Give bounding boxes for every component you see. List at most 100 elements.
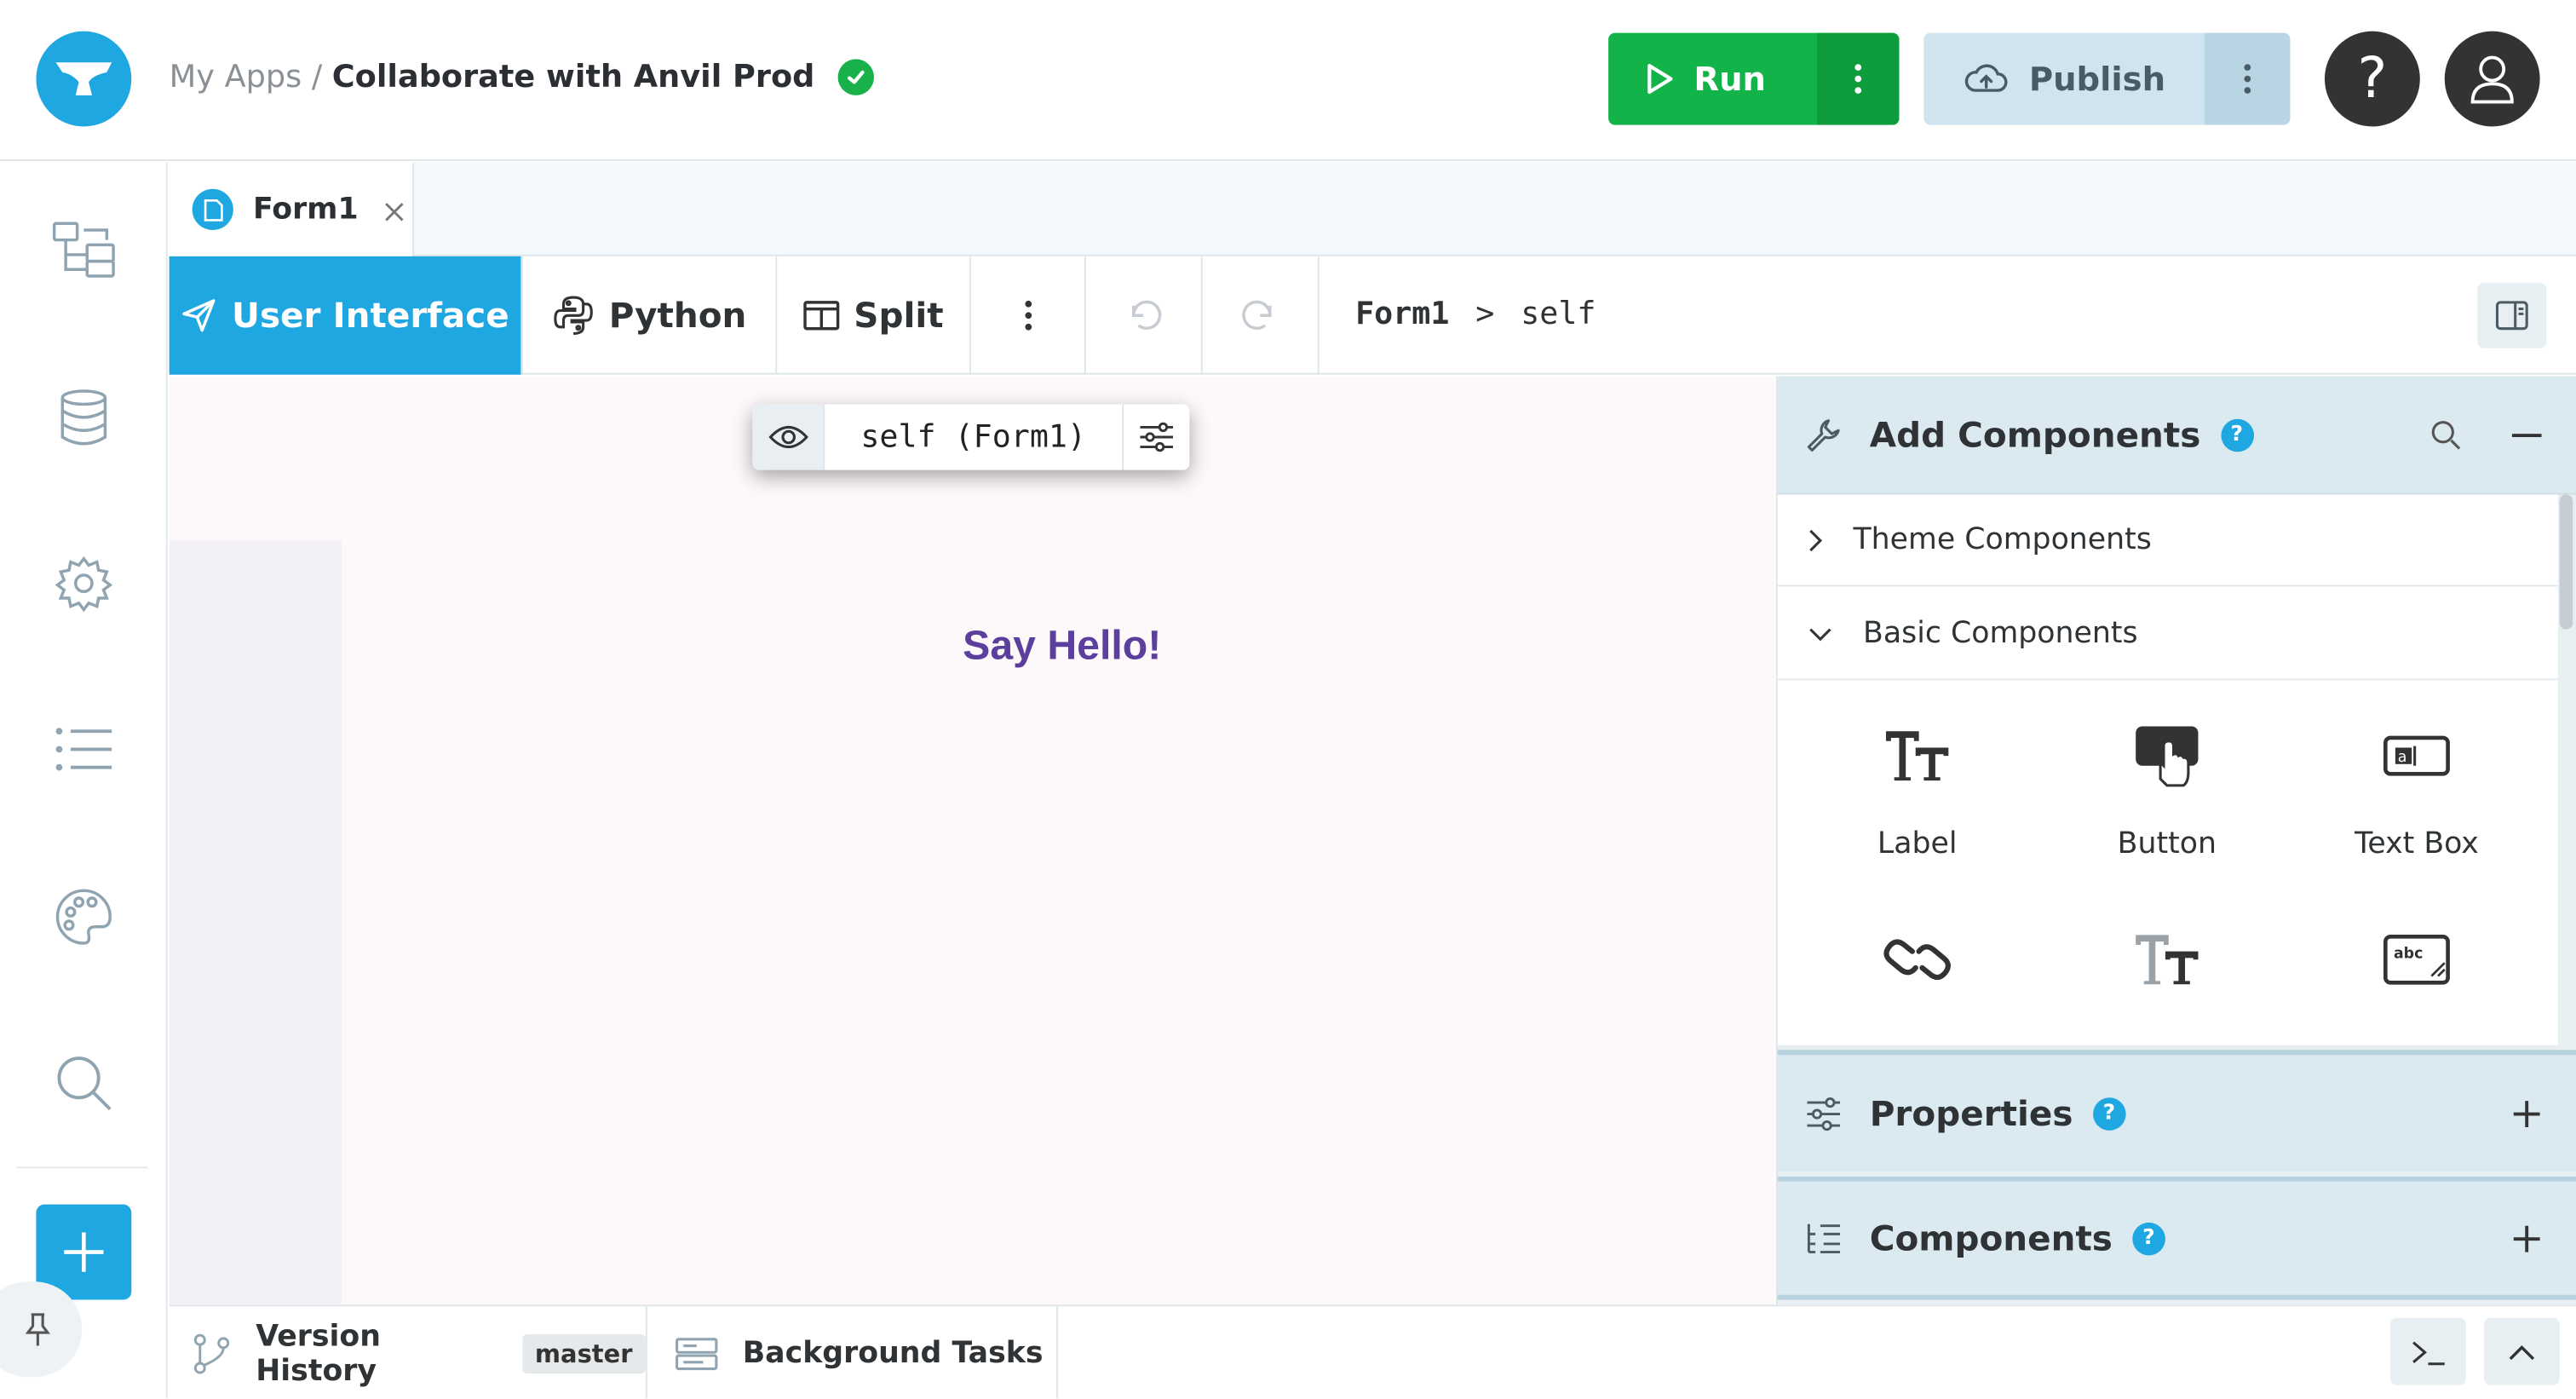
design-canvas[interactable]: self (Form1) Say Hello! — [169, 376, 1774, 1305]
basic-components-section[interactable]: Basic Components — [1777, 588, 2558, 681]
rich-text-icon — [2044, 918, 2290, 1000]
component-text-area[interactable]: abc — [2293, 918, 2539, 1000]
file-tabs: Form1 — [169, 162, 2576, 256]
plus-icon[interactable] — [2512, 1223, 2542, 1253]
component-text-box[interactable]: a Text Box — [2293, 715, 2539, 861]
kebab-icon — [1854, 64, 1862, 94]
search-icon[interactable] — [2429, 418, 2463, 452]
path-self[interactable]: self — [1521, 296, 1596, 331]
undo-icon — [1131, 300, 1162, 330]
publish-button-group: Publish — [1923, 32, 2291, 125]
split-view-icon — [802, 301, 839, 331]
toggle-panel-button[interactable] — [2477, 282, 2547, 348]
eye-icon[interactable] — [752, 404, 825, 470]
add-components-body: Theme Components Basic Components Label … — [1777, 494, 2558, 1045]
tab-form1[interactable]: Form1 — [169, 162, 415, 256]
component-path: Form1 > self — [1355, 296, 1596, 331]
database-icon[interactable] — [49, 383, 118, 452]
selected-component-chip: self (Form1) — [752, 404, 1190, 470]
theme-components-section[interactable]: Theme Components — [1777, 495, 2558, 587]
form-file-icon — [192, 188, 233, 231]
help-glyph: ? — [2357, 46, 2388, 112]
anvil-logo[interactable] — [36, 31, 132, 127]
properties-header[interactable]: Properties ? — [1777, 1050, 2576, 1172]
chevron-down-icon — [1809, 627, 1831, 641]
component-label[interactable]: Label — [1794, 715, 2040, 861]
components-title: Components — [1869, 1218, 2113, 1258]
redo-icon — [1242, 300, 1272, 330]
expand-bottom-panel-button[interactable] — [2484, 1317, 2560, 1385]
background-tasks-icon — [676, 1337, 718, 1370]
add-components-header[interactable]: Add Components ? — [1777, 376, 2576, 495]
component-link[interactable] — [1794, 918, 2040, 1000]
list-icon[interactable] — [49, 715, 118, 784]
help-button[interactable]: ? — [2324, 31, 2420, 127]
terminal-icon — [2412, 1340, 2445, 1365]
tab-split[interactable]: Split — [777, 256, 971, 375]
tab-label: Form1 — [253, 192, 359, 227]
components-header[interactable]: Components ? — [1777, 1176, 2576, 1300]
check-icon — [837, 59, 874, 95]
redo-button[interactable] — [1203, 256, 1320, 375]
user-avatar[interactable] — [2444, 31, 2540, 127]
tab-python[interactable]: Python — [522, 256, 778, 375]
publish-button[interactable]: Publish — [1923, 33, 2205, 125]
tab-user-interface[interactable]: User Interface — [169, 256, 523, 375]
publish-options-button[interactable] — [2205, 32, 2291, 125]
help-badge-icon[interactable]: ? — [2220, 417, 2254, 452]
components-actions — [2512, 1223, 2542, 1253]
git-branch-icon — [193, 1333, 230, 1373]
search-icon[interactable] — [49, 1048, 118, 1117]
more-options-button[interactable] — [971, 256, 1086, 375]
kebab-icon — [1024, 300, 1032, 331]
undo-button[interactable] — [1086, 256, 1203, 375]
breadcrumb: My Apps / Collaborate with Anvil Prod — [170, 59, 874, 95]
app-browser-icon[interactable] — [49, 216, 118, 285]
path-form[interactable]: Form1 — [1355, 296, 1449, 331]
component-button[interactable]: Button — [2044, 715, 2290, 861]
run-button-group: Run — [1608, 32, 1900, 125]
right-panel: Add Components ? Theme Components Basic … — [1775, 376, 2576, 1305]
play-icon — [1647, 64, 1673, 95]
close-icon[interactable] — [384, 190, 404, 229]
component-label-name: Label — [1877, 826, 1958, 861]
anvil-icon — [55, 62, 112, 95]
top-header: My Apps / Collaborate with Anvil Prod Ru… — [0, 0, 2576, 162]
tab-python-label: Python — [608, 296, 747, 336]
sidebar-divider — [16, 1166, 148, 1169]
left-sidebar — [0, 162, 168, 1399]
background-tasks-button[interactable]: Background Tasks — [647, 1306, 1059, 1399]
canvas-gutter — [169, 540, 342, 1305]
plus-icon[interactable] — [2512, 1098, 2542, 1128]
component-button-name: Button — [2117, 826, 2217, 861]
tab-split-label: Split — [854, 296, 944, 336]
basic-components-label: Basic Components — [1863, 616, 2138, 651]
say-hello-button[interactable]: Say Hello! — [963, 623, 1161, 671]
path-separator: > — [1475, 296, 1495, 332]
sidebar-panel-icon — [2495, 301, 2528, 331]
terminal-button[interactable] — [2390, 1317, 2466, 1385]
help-badge-icon[interactable]: ? — [2092, 1097, 2126, 1130]
gear-icon[interactable] — [49, 549, 118, 618]
python-icon — [553, 296, 593, 336]
editor-toolbar: User Interface Python Split Form1 > self — [169, 256, 2576, 375]
component-rich-text[interactable] — [2044, 918, 2290, 1000]
bottom-bar: Version History master Background Tasks — [169, 1304, 2576, 1399]
app-name[interactable]: Collaborate with Anvil Prod — [332, 59, 815, 95]
version-history-button[interactable]: Version History master — [170, 1306, 647, 1399]
minus-icon[interactable] — [2511, 431, 2542, 438]
anvil-editor: My Apps / Collaborate with Anvil Prod Ru… — [0, 0, 2576, 1399]
chevron-up-icon — [2509, 1344, 2535, 1360]
properties-title: Properties — [1869, 1093, 2073, 1133]
user-icon — [2470, 55, 2514, 104]
add-components-actions — [2429, 418, 2542, 452]
palette-icon[interactable] — [49, 883, 118, 952]
run-options-button[interactable] — [1817, 32, 1900, 125]
tree-list-icon — [1807, 1223, 1841, 1253]
version-history-label: Version History — [256, 1318, 382, 1388]
breadcrumb-my-apps[interactable]: My Apps — [170, 59, 302, 95]
help-badge-icon[interactable]: ? — [2132, 1221, 2165, 1255]
panel-scroll-thumb[interactable] — [2559, 494, 2573, 630]
sliders-icon[interactable] — [1124, 404, 1189, 469]
run-button[interactable]: Run — [1608, 33, 1817, 125]
